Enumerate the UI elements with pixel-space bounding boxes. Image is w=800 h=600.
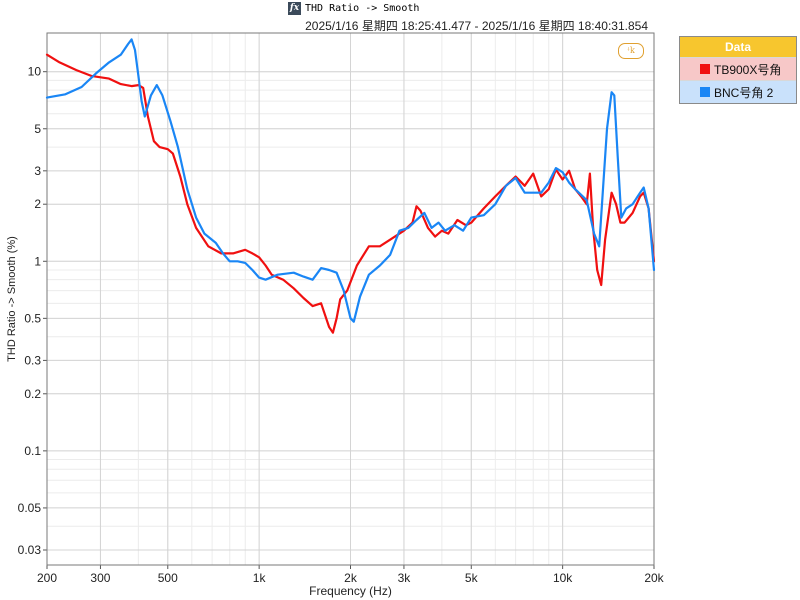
x-tick-label: 1k bbox=[253, 571, 267, 585]
legend: Data TB900X号角 BNC号角 2 bbox=[679, 36, 797, 104]
y-tick-label: 0.3 bbox=[24, 353, 41, 367]
x-tick-label: 2k bbox=[344, 571, 358, 585]
x-tick-label: 200 bbox=[37, 571, 57, 585]
y-tick-label: 0.03 bbox=[18, 543, 42, 557]
x-tick-label: 5k bbox=[465, 571, 479, 585]
legend-label-bnc: BNC号角 2 bbox=[714, 85, 774, 100]
legend-swatch-red bbox=[700, 64, 710, 74]
x-tick-label: 500 bbox=[158, 571, 178, 585]
y-axis-label: THD Ratio -> Smooth (%) bbox=[6, 236, 18, 362]
y-tick-label: 1 bbox=[34, 254, 41, 268]
legend-item-bnc[interactable]: BNC号角 2 bbox=[680, 80, 796, 103]
ap-logo-icon: ꜜk bbox=[618, 43, 644, 59]
x-axis-label: Frequency (Hz) bbox=[309, 584, 392, 598]
y-tick-label: 5 bbox=[34, 122, 41, 136]
y-tick-label: 3 bbox=[34, 164, 41, 178]
legend-header: Data bbox=[680, 37, 796, 57]
legend-item-tb900x[interactable]: TB900X号角 bbox=[680, 57, 796, 80]
x-tick-label: 20k bbox=[644, 571, 664, 585]
y-tick-label: 0.2 bbox=[24, 387, 41, 401]
y-tick-label: 0.1 bbox=[24, 444, 41, 458]
y-tick-label: 10 bbox=[28, 65, 42, 79]
x-tick-label: 300 bbox=[90, 571, 110, 585]
y-tick-label: 0.5 bbox=[24, 311, 41, 325]
y-tick-label: 2 bbox=[34, 197, 41, 211]
x-tick-label: 10k bbox=[553, 571, 573, 585]
y-tick-label: 0.05 bbox=[18, 501, 42, 515]
legend-label-tb900x: TB900X号角 bbox=[714, 62, 782, 77]
x-tick-label: 3k bbox=[398, 571, 412, 585]
legend-swatch-blue bbox=[700, 87, 710, 97]
